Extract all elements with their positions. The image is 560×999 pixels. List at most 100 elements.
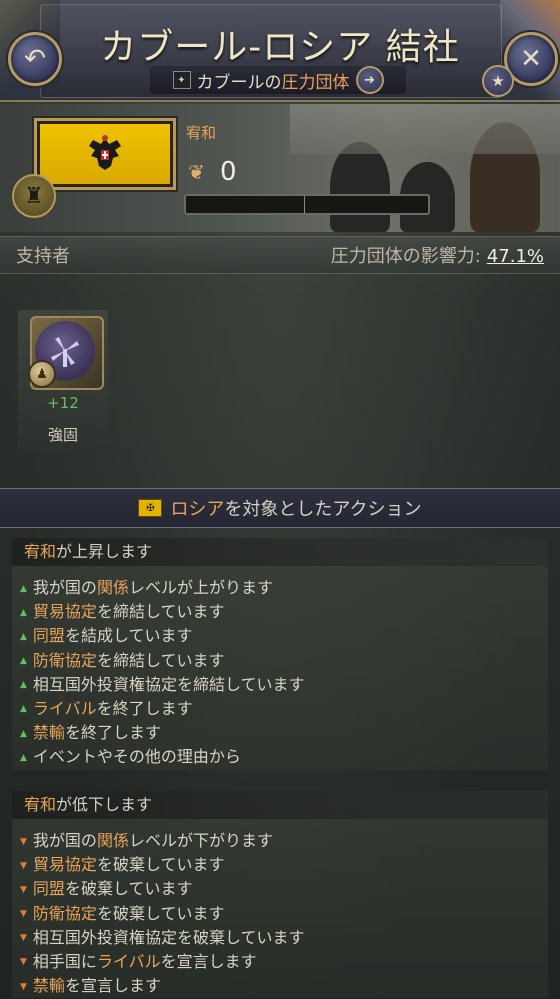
list-item-hl[interactable]: 関係 [97,578,129,597]
triangle-up-icon: ▲ [20,752,27,763]
bg-figure [330,142,390,232]
list-item: ▲ イベントやその他の理由から [12,745,548,769]
list-item-pre: 我が国の [32,831,97,850]
list-item: ▼ 貿易協定を破棄しています [12,853,548,877]
supporters-label: 支持者 [16,246,70,267]
increase-header: 宥和が上昇します [12,538,548,566]
panel-title: カブール-ロシア 結社 [100,27,460,68]
list-item-pre: 相互国外投資権 [32,674,145,694]
triangle-up-icon: ▲ [20,583,27,594]
list-item: ▲ 我が国の関係レベルが上がります [12,576,548,600]
list-item-post: を破棄しています [64,879,193,899]
panel-subtitle[interactable]: カブールの圧力団体 [197,68,350,93]
star-button[interactable]: ★ [482,65,514,97]
list-item-post: を宣言します [64,976,161,996]
triangle-up-icon: ▲ [20,631,27,642]
close-icon: ✕ [520,44,542,74]
list-item-hl[interactable]: 防衛協定 [33,651,97,670]
list-item: ▼ 同盟を破棄しています [12,877,548,901]
triangle-down-icon: ▼ [20,884,27,895]
list-item-post: を結成しています [64,626,193,646]
list-item: ▲ 禁輸を終了します [12,721,548,745]
approval-icon: ❦ [188,160,205,184]
increase-list: 宥和が上昇します ▲ 我が国の関係レベルが上がります ▲ 貿易協定を締結しています ▲ 同… [12,538,548,770]
list-item: ▲ 相互国外投資権協定を締結しています [12,673,548,697]
list-item-pre: 相手国に [32,951,97,971]
list-item-post: レベルが下がります [128,831,273,850]
list-item-hl[interactable]: 同盟 [33,879,65,898]
decrease-items: ▼ 我が国の関係レベルが下がります ▼ 貿易協定を破棄しています ▼ 同盟を破棄しています… [12,819,548,999]
bg-building [290,104,560,154]
list-item: ▲ 防衛協定を締結しています [12,649,548,673]
list-item-post: を破棄しています [96,855,225,875]
triangle-down-icon: ▼ [20,981,27,992]
list-item-post: を締結しています [96,650,225,670]
triangle-down-icon: ▼ [20,933,27,944]
interest-group-panel: カブール-ロシア 結社 ✦ カブールの圧力団体 ➜ ↶ ✕ ★ ♜ 宥和 ❦ 0… [0,0,560,999]
actions-header: ✠ ロシアを対象としたアクション [0,488,560,528]
list-item-pre: イベントやその他の理由から [32,747,241,767]
list-item-post: を破棄しています [96,903,225,923]
list-item: ▲ 同盟を結成しています [12,624,548,648]
list-item-hl[interactable]: 貿易協定 [33,602,97,621]
list-item-hl[interactable]: ライバル [33,699,97,718]
star-icon: ★ [491,72,505,90]
list-item-pre: 相互国外投資権 [32,927,145,947]
list-item-hl[interactable]: 禁輸 [33,976,65,995]
approval-value: 0 [220,157,237,187]
list-item-post: を終了します [96,698,193,718]
list-item-post: を締結しています [96,602,225,622]
double-eagle-icon [89,135,121,170]
approval-label: 宥和 [186,124,217,142]
subtitle-bar: ✦ カブールの圧力団体 ➜ [150,66,406,94]
triangle-up-icon: ▲ [20,680,27,691]
influence-value[interactable]: 47.1% [487,246,544,267]
list-item-hl[interactable]: 関係 [97,831,129,850]
leader-portrait[interactable]: ♜ [12,174,56,218]
supporter-label: 強固 [47,426,78,444]
pop-type-icon: ♟ [28,360,56,388]
list-item-post: を宣言します [160,951,257,971]
decrease-header: 宥和が低下します [12,791,548,819]
increase-items: ▲ 我が国の関係レベルが上がります ▲ 貿易協定を締結しています ▲ 同盟を結成しています… [12,566,548,770]
triangle-down-icon: ▼ [20,957,27,968]
actions-title: ロシアを対象としたアクション [170,499,422,520]
back-button[interactable]: ↶ [8,32,62,86]
target-flag-icon: ✠ [138,499,163,517]
list-item-hl[interactable]: 同盟 [33,626,65,645]
list-item-post: 協定を締結しています [144,674,305,694]
decrease-list: 宥和が低下します ▼ 我が国の関係レベルが下がります ▼ 貿易協定を破棄しています ▼ 同… [12,791,548,999]
triangle-up-icon: ▲ [20,728,27,739]
list-item-post: 協定を破棄しています [144,927,305,947]
approval-bar-midpoint [304,196,305,213]
list-item-post: レベルが上がります [128,578,273,597]
list-item: ▼ 防衛協定を破棄しています [12,902,548,926]
panel-header: カブール-ロシア 結社 ✦ カブールの圧力団体 ➜ [0,0,560,102]
list-item: ▼ 相手国にライバルを宣言します [12,950,548,974]
leader-icon: ♜ [24,183,44,209]
triangle-up-icon: ▲ [20,704,27,715]
approval-bar[interactable] [184,194,430,215]
list-item-hl[interactable]: 防衛協定 [33,904,97,923]
list-item: ▼ 禁輸を宣言します [12,974,548,998]
country-flag [40,124,170,184]
triangle-down-icon: ▼ [20,860,27,871]
list-item: ▲ ライバルを終了します [12,697,548,721]
arrow-right-icon[interactable]: ➜ [355,66,384,94]
list-item: ▲ 貿易協定を締結しています [12,600,548,624]
influence-readout: 圧力団体の影響力: 47.1% [331,242,544,268]
influence-label: 圧力団体の影響力: [330,246,481,267]
list-item-hl[interactable]: ライバル [97,952,161,971]
list-item-pre: 我が国の [32,578,97,597]
list-item-post: を終了します [64,723,161,743]
list-item-hl[interactable]: 禁輸 [33,723,65,742]
triangle-up-icon: ▲ [20,607,27,618]
country-flag-frame[interactable] [34,118,176,190]
list-item: ▼ 相互国外投資権協定を破棄しています [12,926,548,950]
windmill-glyph [51,337,79,367]
triangle-down-icon: ▼ [20,836,27,847]
list-item: ▼ 我が国の関係レベルが下がります [12,829,548,853]
triangle-up-icon: ▲ [20,656,27,667]
triangle-down-icon: ▼ [20,909,27,920]
list-item-hl[interactable]: 貿易協定 [33,855,97,874]
